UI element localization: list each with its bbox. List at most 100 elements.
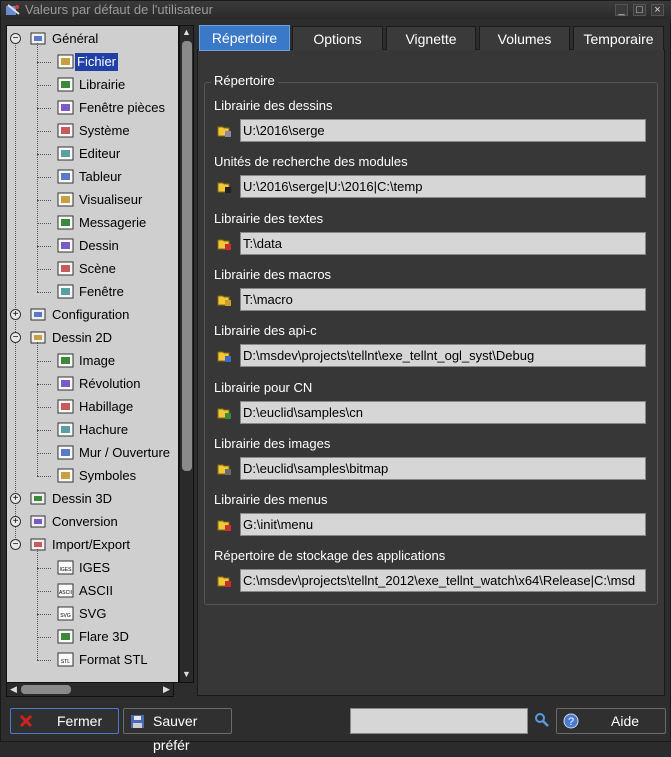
tab-options[interactable]: Options [292, 26, 383, 50]
tree-item-messagerie[interactable]: Messagerie [7, 212, 177, 234]
svg-text:IGES: IGES [60, 567, 73, 573]
maximize-button[interactable]: □ [633, 4, 646, 16]
tree-item-format-stl[interactable]: STL Format STL [7, 649, 177, 671]
tree-item-sc-ne[interactable]: Scène [7, 258, 177, 280]
path-input[interactable]: G:\init\menu [240, 513, 646, 536]
wall-icon [57, 445, 74, 460]
api-folder-icon[interactable] [217, 349, 233, 363]
field-label: Librairie des menus [214, 492, 328, 507]
mail-icon [57, 215, 74, 230]
tree-connector [37, 384, 51, 385]
path-input[interactable]: D:\euclid\samples\bitmap [240, 457, 646, 480]
expand-icon[interactable]: + [10, 516, 21, 527]
save-preferences-button[interactable]: Sauver préfér [123, 708, 232, 753]
tree-connector [37, 108, 51, 109]
tree-item-visualiseur[interactable]: Visualiseur [7, 189, 177, 211]
tree-item-svg[interactable]: SVG SVG [7, 603, 177, 625]
svg-text:SVG: SVG [60, 613, 71, 619]
tree-item-dessin-3d[interactable]: + Dessin 3D [7, 488, 177, 510]
drawings-folder-icon[interactable] [217, 124, 233, 138]
tree-item-editeur[interactable]: Editeur [7, 143, 177, 165]
tree-item-hachure[interactable]: Hachure [7, 419, 177, 441]
search-icon[interactable] [534, 712, 550, 728]
tree-item-r-volution[interactable]: Révolution [7, 373, 177, 395]
tree-item-image[interactable]: Image [7, 350, 177, 372]
tree-vertical-scrollbar[interactable]: ▲ ▼ [179, 25, 194, 683]
menus-folder-icon[interactable] [217, 518, 233, 532]
images-folder-icon[interactable] [217, 462, 233, 476]
drawing-2d-icon [30, 331, 46, 344]
help-button[interactable]: ? Aide [556, 708, 666, 734]
stl-icon: STL [57, 652, 74, 667]
path-input[interactable]: U:\2016\serge [240, 119, 646, 142]
collapse-icon[interactable]: − [10, 539, 21, 550]
group-title: Répertoire [211, 73, 278, 88]
tree-item-tableur[interactable]: Tableur [7, 166, 177, 188]
tree-item-fen-tre-pi-ces[interactable]: Fenêtre pièces [7, 97, 177, 119]
tree-connector [37, 568, 51, 569]
tree-connector [37, 292, 51, 293]
tree-item-conversion[interactable]: + Conversion [7, 511, 177, 533]
apps-folder-icon[interactable] [217, 574, 233, 588]
title-bar[interactable]: Valeurs par défaut de l'utilisateur _ □ … [1, 1, 671, 19]
tree-item-fen-tre[interactable]: Fenêtre [7, 281, 177, 303]
tab-repertoire[interactable]: Répertoire [199, 25, 290, 51]
tree-connector [37, 453, 51, 454]
tree-item-ascii[interactable]: ASCII ASCII [7, 580, 177, 602]
scroll-left-arrow-icon[interactable]: ◀ [7, 683, 20, 696]
modules-folder-icon[interactable] [217, 180, 233, 194]
tree-item-fichier[interactable]: Fichier [7, 51, 177, 73]
tree-item-symboles[interactable]: Symboles [7, 465, 177, 487]
texts-folder-icon[interactable] [217, 237, 233, 251]
close-button-label: Fermer [57, 713, 103, 729]
symbols-icon [57, 468, 74, 483]
scroll-up-arrow-icon[interactable]: ▲ [180, 26, 193, 39]
tree-item-syst-me[interactable]: Système [7, 120, 177, 142]
path-input[interactable]: D:\euclid\samples\cn [240, 401, 646, 424]
close-window-button[interactable]: × [651, 4, 664, 16]
window-title: Valeurs par défaut de l'utilisateur [25, 2, 213, 17]
tree-item-mur-ouverture[interactable]: Mur / Ouverture [7, 442, 177, 464]
cn-folder-icon[interactable] [217, 406, 233, 420]
minimize-button[interactable]: _ [615, 4, 628, 16]
category-tree[interactable]: − Général Fichier Librairie Fenêtre pièces Sy… [6, 25, 179, 683]
tree-connector [37, 131, 51, 132]
path-input[interactable]: U:\2016\serge|U:\2016|C:\temp [240, 175, 646, 198]
svg-text:ASCII: ASCII [59, 590, 72, 596]
expand-icon[interactable]: + [10, 309, 21, 320]
collapse-icon[interactable]: − [10, 332, 21, 343]
tree-item-dessin-2d[interactable]: − Dessin 2D [7, 327, 177, 349]
path-input[interactable]: T:\macro [240, 288, 646, 311]
tree-connector [37, 269, 51, 270]
tree-item-iges[interactable]: IGES IGES [7, 557, 177, 579]
tab-temporaire[interactable]: Temporaire [573, 26, 664, 50]
drawing-3d-icon [30, 492, 46, 505]
close-button[interactable]: Fermer [10, 708, 119, 734]
tree-item-flare-3d[interactable]: Flare 3D [7, 626, 177, 648]
macros-folder-icon[interactable] [217, 293, 233, 307]
svg-icon: SVG [57, 606, 74, 621]
tree-item-import-export[interactable]: − Import/Export [7, 534, 177, 556]
expand-icon[interactable]: + [10, 493, 21, 504]
tree-scroll-thumb[interactable] [182, 41, 192, 471]
tree-item-dessin[interactable]: Dessin [7, 235, 177, 257]
field-label: Librairie des dessins [214, 98, 333, 113]
collapse-icon[interactable]: − [10, 33, 21, 44]
tab-volumes[interactable]: Volumes [479, 26, 570, 50]
tree-item-librairie[interactable]: Librairie [7, 74, 177, 96]
path-input[interactable]: C:\msdev\projects\tellnt_2012\exe_tellnt… [240, 569, 646, 592]
search-input[interactable] [350, 708, 528, 734]
path-input[interactable]: T:\data [240, 232, 646, 255]
tree-horizontal-scrollbar[interactable]: ◀ ▶ [6, 682, 174, 697]
path-input[interactable]: D:\msdev\projects\tellnt\exe_tellnt_ogl_… [240, 344, 646, 367]
tree-item-g-n-ral[interactable]: − Général [7, 28, 177, 50]
scroll-down-arrow-icon[interactable]: ▼ [180, 668, 193, 681]
dimension-icon [57, 399, 74, 414]
tree-item-habillage[interactable]: Habillage [7, 396, 177, 418]
scroll-right-arrow-icon[interactable]: ▶ [160, 683, 173, 696]
tree-hscroll-thumb[interactable] [21, 685, 71, 694]
field-label: Librairie des images [214, 436, 331, 451]
tab-vignette[interactable]: Vignette [386, 26, 476, 50]
tree-item-configuration[interactable]: + Configuration [7, 304, 177, 326]
import-export-icon [30, 538, 46, 551]
